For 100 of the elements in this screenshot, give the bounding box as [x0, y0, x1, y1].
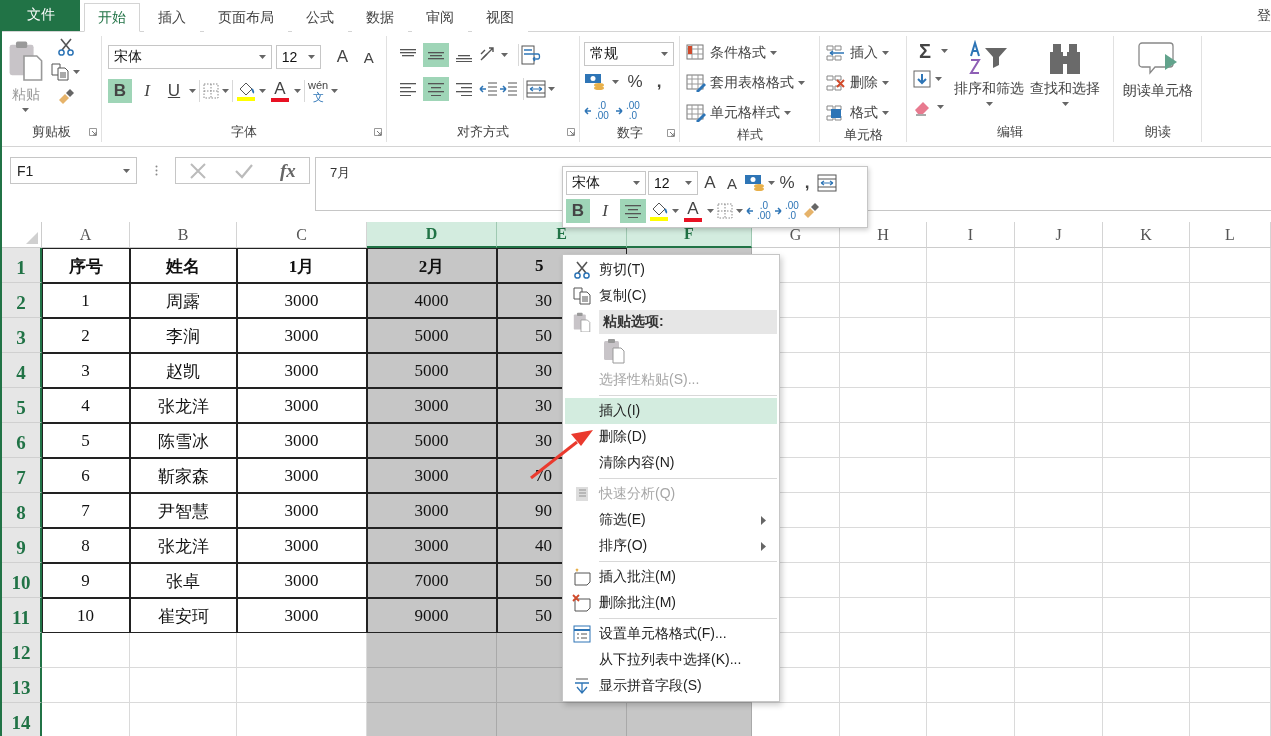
dropdown-caret-icon[interactable] [736, 209, 743, 213]
comma-button[interactable]: , [651, 70, 667, 94]
shrink-font-button[interactable]: A [357, 45, 380, 69]
file-tab[interactable]: 文件 [2, 0, 80, 31]
comma-button[interactable]: , [799, 171, 815, 195]
row-header[interactable]: 2 [2, 283, 42, 318]
copy-icon[interactable] [51, 63, 70, 81]
italic-button[interactable]: I [135, 79, 159, 103]
dropdown-caret-icon[interactable] [501, 53, 508, 57]
find-select-button[interactable]: 查找和选择 [1030, 38, 1100, 120]
cells-icon[interactable] [826, 74, 846, 92]
autosum-button[interactable]: Σ [913, 39, 937, 63]
center-align-button[interactable] [620, 199, 646, 223]
number-format-field[interactable]: 常规 [584, 42, 674, 66]
row-header[interactable]: 9 [2, 528, 42, 563]
dropdown-caret-icon[interactable] [633, 181, 640, 185]
align-button[interactable] [423, 43, 449, 67]
column-header[interactable]: H [840, 222, 927, 248]
style-button[interactable]: 单元格样式 [686, 100, 813, 126]
merge-center-icon[interactable] [817, 174, 837, 192]
row-header[interactable]: 7 [2, 458, 42, 493]
percent-button[interactable]: % [777, 171, 797, 195]
menu-item[interactable]: 从下拉列表中选择(K)... [565, 647, 777, 673]
font-name-field[interactable]: 宋体 [108, 45, 272, 69]
fill-color-icon[interactable] [649, 201, 669, 221]
dropdown-caret-icon[interactable] [259, 89, 266, 93]
cells-button[interactable]: 插入 [826, 40, 900, 66]
dropdown-caret-icon[interactable] [770, 51, 777, 55]
submenu-arrow-icon[interactable] [761, 541, 766, 551]
font-color-button[interactable]: A [269, 79, 291, 103]
font-size-field[interactable]: 12 [648, 171, 698, 195]
row-header[interactable]: 13 [2, 668, 42, 703]
row-header[interactable]: 8 [2, 493, 42, 528]
merge-center-icon[interactable] [526, 80, 546, 98]
row-header[interactable]: 12 [2, 633, 42, 668]
name-box[interactable]: F1 [10, 157, 137, 184]
shrink-font-button[interactable]: A [722, 171, 742, 195]
dropdown-caret-icon[interactable] [258, 55, 266, 59]
table-icon[interactable] [686, 74, 706, 92]
row-header[interactable]: 3 [2, 318, 42, 353]
column-header[interactable]: I [927, 222, 1015, 248]
dropdown-caret-icon[interactable] [22, 107, 30, 112]
scissors-icon[interactable] [573, 261, 591, 279]
dropdown-caret-icon[interactable] [935, 77, 942, 81]
scissors-icon[interactable] [56, 38, 75, 56]
alignment-lines-icon[interactable] [456, 82, 472, 96]
font-size-field[interactable]: 12 [275, 45, 322, 69]
dialog-launcher-icon[interactable] [667, 129, 675, 137]
dropdown-caret-icon[interactable] [941, 49, 948, 53]
dropdown-caret-icon[interactable] [882, 51, 889, 55]
dropdown-caret-icon[interactable] [882, 81, 889, 85]
dropdown-caret-icon[interactable] [222, 89, 229, 93]
column-header[interactable]: C [237, 222, 367, 248]
column-header[interactable]: D [367, 222, 497, 248]
dropdown-caret-icon[interactable] [123, 168, 130, 173]
phonetic-guide-button[interactable]: wén 文 [308, 79, 329, 103]
sort-filter-button[interactable]: 排序和筛选 [954, 38, 1024, 120]
table-icon[interactable] [686, 104, 706, 122]
row-header[interactable]: 14 [2, 703, 42, 736]
decrease-decimal-button[interactable]: .00 .0 [614, 99, 640, 123]
dropdown-caret-icon[interactable] [784, 111, 791, 115]
font-name-field[interactable]: 宋体 [566, 171, 646, 195]
style-button[interactable]: 套用表格格式 [686, 70, 813, 96]
bold-button[interactable]: B [566, 199, 590, 223]
dropdown-caret-icon[interactable] [798, 81, 805, 85]
dropdown-caret-icon[interactable] [672, 209, 679, 213]
insert-function-button[interactable]: fx [279, 159, 296, 182]
row-header[interactable]: 4 [2, 353, 42, 388]
dropdown-caret-icon[interactable] [707, 209, 714, 213]
alignment-lines-icon[interactable] [400, 82, 416, 96]
fill-color-icon[interactable] [236, 81, 256, 101]
dropdown-caret-icon[interactable] [612, 80, 619, 84]
underline-button[interactable]: U [162, 79, 186, 103]
percent-button[interactable]: % [625, 70, 645, 94]
bold-button[interactable]: B [108, 79, 132, 103]
dropdown-caret-icon[interactable] [73, 70, 81, 74]
wrap-text-icon[interactable] [521, 45, 541, 65]
dialog-launcher-icon[interactable] [89, 128, 97, 136]
account-link[interactable]: 登 [1257, 6, 1271, 25]
dropdown-caret-icon[interactable] [985, 102, 993, 106]
row-header[interactable]: 5 [2, 388, 42, 423]
alignment-lines-icon[interactable] [428, 82, 444, 96]
dropdown-caret-icon[interactable] [685, 181, 692, 185]
increase-decimal-button[interactable]: .0 .00 [584, 99, 609, 123]
menu-item[interactable]: 显示拼音字段(S) [565, 673, 777, 699]
copy-icon[interactable] [573, 287, 591, 305]
row-header[interactable]: 10 [2, 563, 42, 598]
dropdown-caret-icon[interactable] [661, 52, 668, 56]
grow-font-button[interactable]: A [331, 45, 354, 69]
table-icon[interactable] [686, 44, 706, 62]
column-header[interactable]: L [1190, 222, 1271, 248]
grow-font-button[interactable]: A [700, 171, 720, 195]
dropdown-caret-icon[interactable] [937, 105, 944, 109]
read-cells-button[interactable]: 朗读单元格 [1122, 38, 1193, 120]
dropdown-caret-icon[interactable] [294, 89, 301, 93]
style-button[interactable]: 条件格式 [686, 40, 813, 66]
cells-button[interactable]: 删除 [826, 70, 900, 96]
row-header[interactable]: 11 [2, 598, 42, 633]
dropdown-caret-icon[interactable] [331, 89, 339, 93]
dropdown-caret-icon[interactable] [548, 87, 555, 91]
